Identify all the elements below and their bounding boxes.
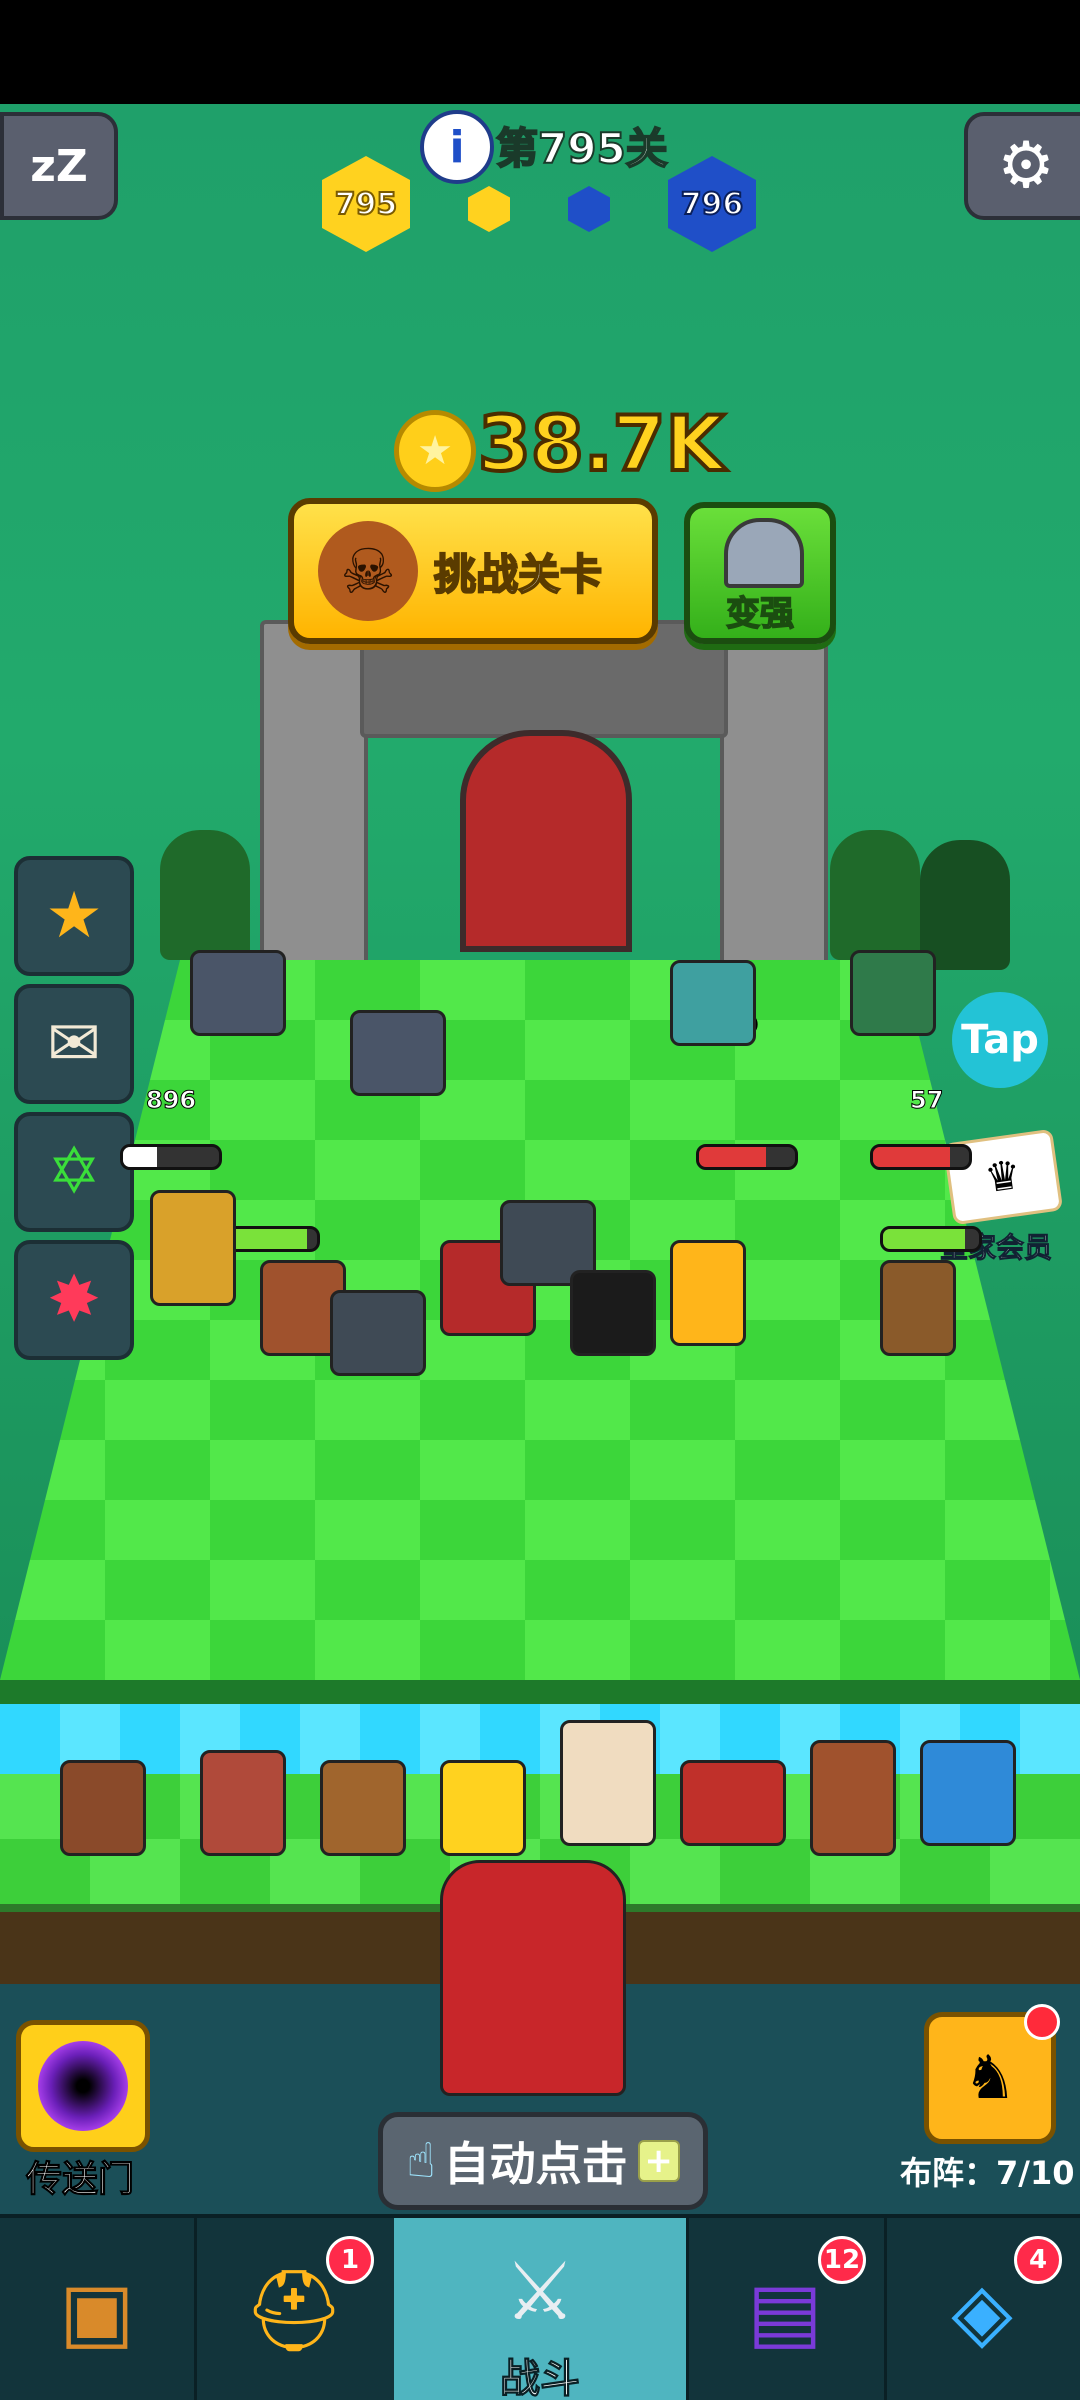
enemy-unit [850, 950, 936, 1036]
notification-dot [1024, 2004, 1060, 2040]
bench-unit[interactable] [920, 1740, 1016, 1846]
bench-unit[interactable] [680, 1760, 786, 1846]
portal-button[interactable] [16, 2020, 150, 2152]
dragon-unit [440, 1860, 626, 2096]
upgrade-label: 变强 [725, 593, 795, 635]
auto-click-button[interactable]: ☝ 自动点击 + [378, 2112, 708, 2210]
upgrade-button[interactable]: 变强 [684, 502, 836, 644]
enemy-castle [260, 620, 828, 1000]
gear-icon: ⚙ [997, 129, 1055, 203]
ally-health-bar-2 [880, 1226, 982, 1252]
auto-click-label: 自动点击 [443, 2137, 628, 2191]
amulet-badge: 4 [1014, 2236, 1062, 2284]
castle-gate [460, 730, 632, 952]
tap-hand-icon: ☝ [406, 2133, 436, 2189]
bench-unit[interactable] [810, 1740, 896, 1856]
status-bar-area [0, 0, 1080, 104]
enemy-unit [670, 960, 756, 1046]
bottom-nav: ▣ ⛑ 1 ⚔ 战斗 ▤ 12 ◈ 4 [0, 2214, 1080, 2400]
enemy-health-bar [120, 1144, 222, 1170]
formation-label: 布阵：7/10 [900, 2154, 1075, 2192]
spellbook-badge: 12 [818, 2236, 866, 2284]
ally-unit [880, 1260, 956, 1356]
portal-label: 传送门 [25, 2159, 134, 2201]
tree-right-2 [920, 840, 1010, 970]
quest-scroll-button[interactable]: ✉ [14, 984, 134, 1104]
bench-unit[interactable] [200, 1750, 286, 1856]
heroes-badge: 1 [326, 2236, 374, 2284]
nav-amulet[interactable]: ◈ 4 [884, 2218, 1080, 2400]
challenge-level-button[interactable]: ☠ 挑战关卡 [288, 498, 658, 644]
hexagram-icon: ✡ [47, 1135, 101, 1209]
spellbook-icon: ▤ [747, 2264, 823, 2358]
bench-unit[interactable] [60, 1760, 146, 1856]
winged-helmet-icon: ⛑ [243, 2264, 345, 2357]
red-leaf-icon: ✸ [47, 1263, 101, 1337]
bench-unit[interactable] [440, 1760, 526, 1856]
settings-button[interactable]: ⚙ [964, 112, 1080, 220]
portal-icon [38, 2041, 128, 2131]
helmet-icon [724, 518, 804, 588]
talent-button[interactable]: ✡ [14, 1112, 134, 1232]
plus-icon: + [637, 2140, 680, 2182]
crossed-swords-icon: ⚔ [504, 2244, 576, 2338]
trophy-podium-icon: ★ [45, 879, 103, 953]
level-title: 第795关 [495, 123, 669, 174]
river [0, 1704, 1080, 1774]
scroll-icon: ✉ [47, 1007, 101, 1081]
ally-unit [150, 1190, 236, 1306]
ally-unit [330, 1290, 426, 1376]
enemy-health-bar-2 [696, 1144, 798, 1170]
amulet-icon: ◈ [951, 2264, 1013, 2358]
coin-icon: ★ [394, 410, 476, 492]
nav-battle[interactable]: ⚔ 战斗 [394, 2218, 689, 2400]
coin-amount: 38.7K [476, 397, 726, 490]
sleep-button[interactable]: zZ [0, 112, 118, 220]
challenge-level-label: 挑战关卡 [433, 549, 603, 600]
skull-icon: ☠ [318, 521, 418, 621]
treasure-chest-icon: ▣ [59, 2264, 135, 2358]
bench-unit[interactable] [320, 1760, 406, 1856]
tap-button[interactable]: Tap [952, 992, 1048, 1088]
info-icon[interactable]: i [420, 110, 494, 184]
leaderboard-button[interactable]: ★ [14, 856, 134, 976]
board-edge [0, 1680, 1080, 1704]
game-screen: zZ ⚙ i 第795关 795 796 ★ 38.7K ☠ 挑战关卡 变强 ★… [0, 0, 1080, 2400]
ally-unit [570, 1270, 656, 1356]
enemy-health-bar-3 [870, 1144, 972, 1170]
nav-battle-label: 战斗 [500, 2356, 581, 2400]
enemy-unit [350, 1010, 446, 1096]
left-unit-count: 896 [145, 1086, 197, 1115]
tree-left [160, 830, 250, 960]
event-button[interactable]: ✸ [14, 1240, 134, 1360]
nav-treasure[interactable]: ▣ [0, 2218, 197, 2400]
bench-unit[interactable] [560, 1720, 656, 1846]
ally-unit [670, 1240, 746, 1346]
right-unit-count: 57 [909, 1086, 944, 1115]
nav-heroes[interactable]: ⛑ 1 [194, 2218, 397, 2400]
sleep-icon: zZ [30, 140, 88, 192]
nav-spellbook[interactable]: ▤ 12 [686, 2218, 887, 2400]
tree-right [830, 830, 920, 960]
viking-hero-icon: ♞ [963, 2043, 1017, 2113]
enemy-unit [190, 950, 286, 1036]
